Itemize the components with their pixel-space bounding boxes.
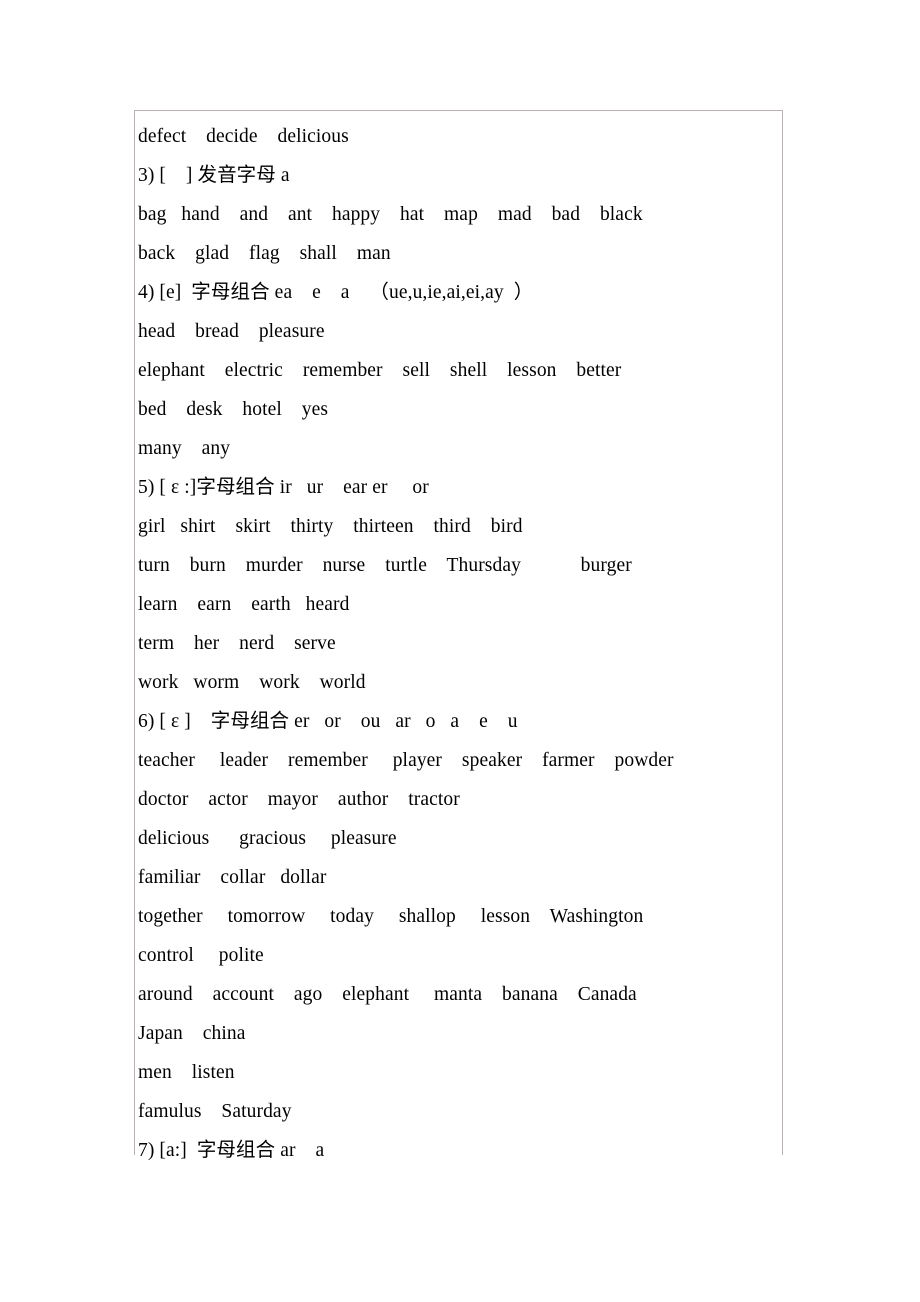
text-line-5-words-5: work worm work world — [138, 672, 366, 693]
text-line-3-words-2: back glad flag shall man — [138, 243, 391, 264]
text-line-6-words-9: men listen — [138, 1062, 235, 1083]
section-6-heading: 6) [ ε ] 字母组合 er or ou ar o a e u — [138, 711, 518, 732]
text-line-3-words-1: bag hand and ant happy hat map mad bad b… — [138, 204, 643, 225]
text-line-6-words-2: doctor actor mayor author tractor — [138, 789, 460, 810]
text-line-6-words-6: control polite — [138, 945, 264, 966]
text-line-5-words-3: learn earn earth heard — [138, 594, 350, 615]
text-line-defect: defect decide delicious — [138, 126, 349, 147]
section-7-heading: 7) [a:] 字母组合 ar a — [138, 1140, 325, 1161]
text-line-5-words-4: term her nerd serve — [138, 633, 336, 654]
text-line-6-words-4: familiar collar dollar — [138, 867, 327, 888]
text-line-6-words-7: around account ago elephant manta banana… — [138, 984, 637, 1005]
text-line-4-words-1: head bread pleasure — [138, 321, 325, 342]
text-line-4-words-2: elephant electric remember sell shell le… — [138, 360, 622, 381]
text-line-6-words-10: famulus Saturday — [138, 1101, 292, 1122]
text-line-6-words-8: Japan china — [138, 1023, 246, 1044]
text-line-6-words-1: teacher leader remember player speaker f… — [138, 750, 674, 771]
text-line-4-words-3: bed desk hotel yes — [138, 399, 329, 420]
section-3-heading: 3) [ ] 发音字母 a — [138, 165, 290, 186]
text-line-5-words-1: girl shirt skirt thirty thirteen third b… — [138, 516, 523, 537]
section-4-heading: 4) [e] 字母组合 ea e a （ue,u,ie,ai,ei,ay ） — [138, 282, 534, 303]
text-line-4-words-4: many any — [138, 438, 231, 459]
text-line-6-words-5: together tomorrow today shallop lesson W… — [138, 906, 644, 927]
lesson-table-cell: defect decide delicious 3) [ ] 发音字母 a ba… — [135, 111, 782, 1170]
lesson-table: defect decide delicious 3) [ ] 发音字母 a ba… — [134, 110, 783, 1161]
text-line-6-words-3: delicious gracious pleasure — [138, 828, 397, 849]
document-page: defect decide delicious 3) [ ] 发音字母 a ba… — [0, 0, 920, 1302]
text-line-5-words-2: turn burn murder nurse turtle Thursday b… — [138, 555, 632, 576]
section-5-heading: 5) [ ε :]字母组合 ir ur ear er or — [138, 477, 429, 498]
